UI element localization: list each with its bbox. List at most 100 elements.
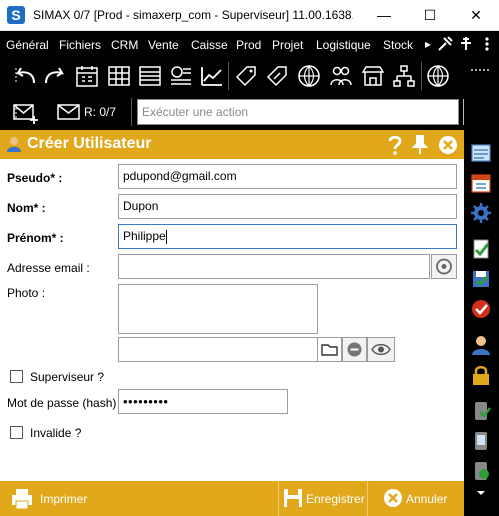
undo-icon[interactable] [12, 63, 38, 89]
phone-icon[interactable] [470, 430, 492, 452]
photo-path-field[interactable] [118, 337, 318, 362]
mail-icon[interactable] [56, 99, 82, 125]
list-icon[interactable] [137, 63, 163, 89]
redo-icon[interactable] [42, 63, 68, 89]
password-field[interactable]: ••••••••• [118, 389, 288, 414]
sidebar-grip-icon [471, 69, 491, 71]
menu-logistique[interactable]: Logistique [316, 38, 371, 52]
menu-crm[interactable]: CRM [111, 38, 138, 52]
store-icon[interactable] [360, 63, 386, 89]
prenom-field[interactable]: Philippe [118, 224, 457, 249]
org-chart-icon[interactable] [391, 63, 417, 89]
toolbar-separator [228, 62, 229, 90]
main-toolbar [0, 58, 464, 94]
user-form: Pseudo* : pdupond@gmail.com Nom* : Dupon… [0, 159, 464, 481]
menu-more-icon[interactable]: ▸ [425, 37, 431, 51]
menu-options-icon[interactable] [481, 35, 493, 53]
prenom-value: Philippe [123, 229, 166, 243]
form-view-icon[interactable] [470, 142, 492, 164]
chart-icon[interactable] [199, 63, 225, 89]
send-email-button[interactable] [431, 254, 457, 279]
lock-icon[interactable] [470, 364, 492, 386]
phone-transfer-icon[interactable] [470, 400, 492, 422]
pin-icon[interactable] [412, 134, 428, 156]
eye-icon [371, 343, 391, 356]
simax-logo-icon: S [7, 6, 25, 24]
tag-discount-icon[interactable] [264, 63, 290, 89]
prenom-label: Prénom* : [7, 231, 64, 245]
email-label: Adresse email : [7, 261, 90, 275]
save-validate-icon[interactable] [470, 268, 492, 290]
action-input[interactable] [137, 99, 459, 125]
menu-vente[interactable]: Vente [148, 38, 179, 52]
form-footer: Imprimer Enregistrer Annuler [0, 481, 464, 516]
cancel-label: Annuler [406, 492, 448, 506]
close-form-icon[interactable] [437, 134, 459, 156]
user-icon [7, 137, 21, 152]
maximize-button[interactable]: ☐ [407, 0, 453, 31]
menu-stock[interactable]: Stock [383, 38, 413, 52]
photo-preview [118, 284, 318, 334]
view-photo-button[interactable] [367, 337, 395, 362]
gear-icon[interactable] [470, 202, 492, 224]
superviseur-checkbox[interactable] [10, 370, 23, 383]
phone-sync-icon[interactable] [470, 460, 492, 482]
remove-icon [347, 342, 362, 357]
user-icon[interactable] [470, 334, 492, 356]
grid-icon[interactable] [106, 63, 132, 89]
footer-separator [278, 481, 279, 516]
save-label: Enregistrer [306, 492, 365, 506]
pin-menu-icon[interactable] [458, 35, 474, 53]
sidebar-scroll-down-icon[interactable] [470, 488, 492, 498]
pseudo-field[interactable]: pdupond@gmail.com [118, 164, 457, 189]
save-button[interactable]: Enregistrer [282, 485, 365, 512]
menu-caisse[interactable]: Caisse [191, 38, 228, 52]
folder-icon [321, 344, 338, 356]
email-field[interactable] [118, 254, 430, 279]
invalide-label: Invalide ? [30, 426, 82, 440]
menu-bar: Général Fichiers CRM Vente Caisse Prod P… [0, 31, 499, 58]
cancel-icon [384, 489, 402, 507]
print-button[interactable]: Imprimer [8, 485, 88, 512]
globe-icon[interactable] [296, 63, 322, 89]
action-toolbar: R: 0/7 [0, 94, 464, 130]
close-window-button[interactable]: ✕ [453, 0, 499, 31]
remove-photo-button[interactable] [342, 337, 367, 362]
form-header: Créer Utilisateur [0, 130, 464, 159]
toolbar-separator [421, 62, 422, 90]
email-at-icon [436, 258, 452, 275]
browse-photo-button[interactable] [317, 337, 342, 362]
printer-icon [12, 489, 32, 510]
mail-count: R: 0/7 [84, 105, 117, 119]
nom-label: Nom* : [7, 201, 46, 215]
password-label: Mot de passe (hash) : [7, 396, 124, 410]
new-mail-icon[interactable] [12, 99, 38, 125]
tag-icon[interactable] [233, 63, 259, 89]
validate-document-icon[interactable] [470, 238, 492, 260]
footer-separator [367, 481, 368, 516]
print-label: Imprimer [40, 492, 88, 506]
help-icon[interactable] [386, 134, 404, 156]
superviseur-label: Superviseur ? [30, 370, 105, 384]
photo-label: Photo : [7, 286, 46, 300]
cancel-validate-icon[interactable] [470, 298, 492, 320]
people-icon[interactable] [328, 63, 354, 89]
menu-prod[interactable]: Prod [236, 38, 261, 52]
save-icon [284, 489, 302, 507]
menu-general[interactable]: Général [6, 38, 49, 52]
menu-projet[interactable]: Projet [272, 38, 303, 52]
tools-icon[interactable] [436, 35, 454, 53]
window-titlebar: S SIMAX 0/7 [Prod - simaxerp_com - Super… [0, 0, 499, 31]
invalide-checkbox[interactable] [10, 426, 23, 439]
dashboard-icon[interactable] [168, 63, 194, 89]
calendar-view-icon[interactable] [470, 172, 492, 194]
menu-fichiers[interactable]: Fichiers [59, 38, 101, 52]
nom-field[interactable]: Dupon [118, 194, 457, 219]
minimize-button[interactable]: — [361, 0, 407, 31]
text-cursor [165, 229, 167, 244]
pseudo-label: Pseudo* : [7, 171, 63, 185]
right-sidebar [464, 58, 499, 516]
calendar-icon[interactable] [74, 63, 100, 89]
cancel-button[interactable]: Annuler [382, 485, 452, 512]
globe-icon[interactable] [425, 63, 451, 89]
